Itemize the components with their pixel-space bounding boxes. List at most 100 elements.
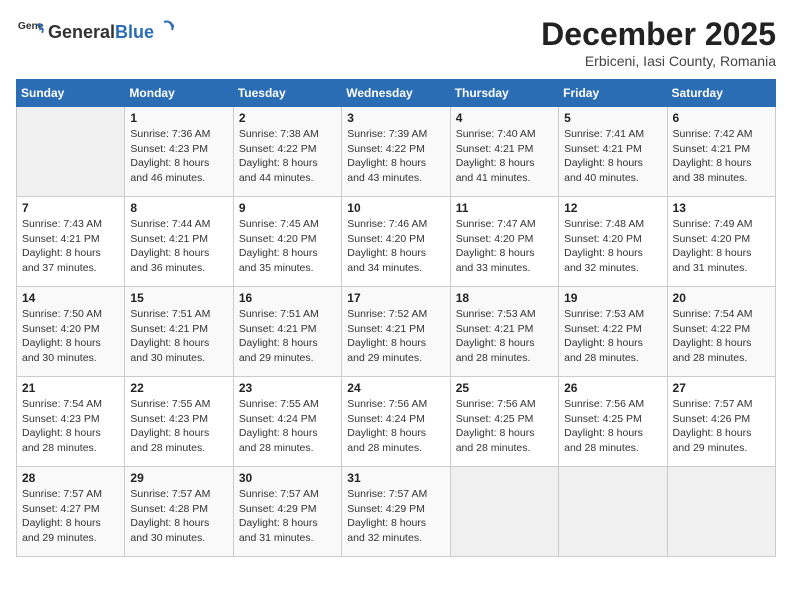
day-number: 31: [347, 471, 444, 485]
day-info: Sunrise: 7:57 AM Sunset: 4:28 PM Dayligh…: [130, 487, 227, 546]
calendar-cell: 1 Sunrise: 7:36 AM Sunset: 4:23 PM Daylig…: [125, 107, 233, 197]
page-header: General General Blue December 2025 Erbic…: [16, 16, 776, 69]
calendar-cell: 5 Sunrise: 7:41 AM Sunset: 4:21 PM Daylig…: [559, 107, 667, 197]
day-number: 5: [564, 111, 661, 125]
calendar-cell: 26 Sunrise: 7:56 AM Sunset: 4:25 PM Dayli…: [559, 377, 667, 467]
day-info: Sunrise: 7:46 AM Sunset: 4:20 PM Dayligh…: [347, 217, 444, 276]
weekday-header-thursday: Thursday: [450, 80, 558, 107]
day-info: Sunrise: 7:57 AM Sunset: 4:29 PM Dayligh…: [347, 487, 444, 546]
day-info: Sunrise: 7:55 AM Sunset: 4:23 PM Dayligh…: [130, 397, 227, 456]
calendar-cell: 27 Sunrise: 7:57 AM Sunset: 4:26 PM Dayli…: [667, 377, 775, 467]
day-number: 30: [239, 471, 336, 485]
calendar-cell: 8Sunrise: 7:44 AM Sunset: 4:21 PM Daylig…: [125, 197, 233, 287]
day-number: 10: [347, 201, 444, 215]
day-number: 29: [130, 471, 227, 485]
calendar-cell: 18 Sunrise: 7:53 AM Sunset: 4:21 PM Dayli…: [450, 287, 558, 377]
day-info: Sunrise: 7:50 AM Sunset: 4:20 PM Dayligh…: [22, 307, 119, 366]
subtitle: Erbiceni, Iasi County, Romania: [541, 53, 776, 69]
logo: General General Blue: [16, 16, 174, 44]
calendar-cell: 20Sunrise: 7:54 AM Sunset: 4:22 PM Dayli…: [667, 287, 775, 377]
day-number: 24: [347, 381, 444, 395]
day-info: Sunrise: 7:42 AM Sunset: 4:21 PM Dayligh…: [673, 127, 770, 186]
calendar-body: 1 Sunrise: 7:36 AM Sunset: 4:23 PM Daylig…: [17, 107, 776, 557]
day-number: 4: [456, 111, 553, 125]
day-info: Sunrise: 7:54 AM Sunset: 4:23 PM Dayligh…: [22, 397, 119, 456]
calendar-cell: 14 Sunrise: 7:50 AM Sunset: 4:20 PM Dayli…: [17, 287, 125, 377]
day-info: Sunrise: 7:40 AM Sunset: 4:21 PM Dayligh…: [456, 127, 553, 186]
day-number: 11: [456, 201, 553, 215]
day-info: Sunrise: 7:53 AM Sunset: 4:21 PM Dayligh…: [456, 307, 553, 366]
calendar-cell: 7Sunrise: 7:43 AM Sunset: 4:21 PM Daylig…: [17, 197, 125, 287]
calendar-week-2: 7Sunrise: 7:43 AM Sunset: 4:21 PM Daylig…: [17, 197, 776, 287]
calendar-cell: 24 Sunrise: 7:56 AM Sunset: 4:24 PM Dayli…: [342, 377, 450, 467]
calendar-cell: 16Sunrise: 7:51 AM Sunset: 4:21 PM Dayli…: [233, 287, 341, 377]
day-number: 22: [130, 381, 227, 395]
calendar-cell: [17, 107, 125, 197]
calendar-cell: 13 Sunrise: 7:49 AM Sunset: 4:20 PM Dayli…: [667, 197, 775, 287]
calendar-cell: 9Sunrise: 7:45 AM Sunset: 4:20 PM Daylig…: [233, 197, 341, 287]
weekday-header-saturday: Saturday: [667, 80, 775, 107]
calendar-week-4: 21 Sunrise: 7:54 AM Sunset: 4:23 PM Dayli…: [17, 377, 776, 467]
day-number: 20: [673, 291, 770, 305]
day-info: Sunrise: 7:53 AM Sunset: 4:22 PM Dayligh…: [564, 307, 661, 366]
day-number: 2: [239, 111, 336, 125]
day-info: Sunrise: 7:51 AM Sunset: 4:21 PM Dayligh…: [239, 307, 336, 366]
calendar-cell: 15 Sunrise: 7:51 AM Sunset: 4:21 PM Dayli…: [125, 287, 233, 377]
day-info: Sunrise: 7:56 AM Sunset: 4:25 PM Dayligh…: [456, 397, 553, 456]
day-info: Sunrise: 7:41 AM Sunset: 4:21 PM Dayligh…: [564, 127, 661, 186]
day-number: 14: [22, 291, 119, 305]
day-info: Sunrise: 7:56 AM Sunset: 4:24 PM Dayligh…: [347, 397, 444, 456]
calendar-cell: 23 Sunrise: 7:55 AM Sunset: 4:24 PM Dayli…: [233, 377, 341, 467]
calendar-cell: [450, 467, 558, 557]
day-info: Sunrise: 7:36 AM Sunset: 4:23 PM Dayligh…: [130, 127, 227, 186]
main-title: December 2025: [541, 16, 776, 53]
day-info: Sunrise: 7:57 AM Sunset: 4:26 PM Dayligh…: [673, 397, 770, 456]
calendar-cell: 22 Sunrise: 7:55 AM Sunset: 4:23 PM Dayli…: [125, 377, 233, 467]
weekday-header-friday: Friday: [559, 80, 667, 107]
day-info: Sunrise: 7:39 AM Sunset: 4:22 PM Dayligh…: [347, 127, 444, 186]
calendar-cell: 30Sunrise: 7:57 AM Sunset: 4:29 PM Dayli…: [233, 467, 341, 557]
calendar-cell: 31 Sunrise: 7:57 AM Sunset: 4:29 PM Dayli…: [342, 467, 450, 557]
day-number: 21: [22, 381, 119, 395]
calendar-table: SundayMondayTuesdayWednesdayThursdayFrid…: [16, 79, 776, 557]
day-number: 18: [456, 291, 553, 305]
calendar-cell: 25Sunrise: 7:56 AM Sunset: 4:25 PM Dayli…: [450, 377, 558, 467]
day-info: Sunrise: 7:55 AM Sunset: 4:24 PM Dayligh…: [239, 397, 336, 456]
day-number: 28: [22, 471, 119, 485]
day-number: 17: [347, 291, 444, 305]
day-info: Sunrise: 7:56 AM Sunset: 4:25 PM Dayligh…: [564, 397, 661, 456]
day-number: 3: [347, 111, 444, 125]
day-info: Sunrise: 7:45 AM Sunset: 4:20 PM Dayligh…: [239, 217, 336, 276]
weekday-header-tuesday: Tuesday: [233, 80, 341, 107]
day-number: 6: [673, 111, 770, 125]
weekday-header-wednesday: Wednesday: [342, 80, 450, 107]
day-number: 27: [673, 381, 770, 395]
day-info: Sunrise: 7:38 AM Sunset: 4:22 PM Dayligh…: [239, 127, 336, 186]
calendar-week-1: 1 Sunrise: 7:36 AM Sunset: 4:23 PM Daylig…: [17, 107, 776, 197]
calendar-week-5: 28Sunrise: 7:57 AM Sunset: 4:27 PM Dayli…: [17, 467, 776, 557]
day-number: 13: [673, 201, 770, 215]
calendar-cell: 19 Sunrise: 7:53 AM Sunset: 4:22 PM Dayli…: [559, 287, 667, 377]
day-info: Sunrise: 7:48 AM Sunset: 4:20 PM Dayligh…: [564, 217, 661, 276]
logo-bird-icon: [154, 18, 174, 38]
weekday-header-sunday: Sunday: [17, 80, 125, 107]
calendar-cell: 4 Sunrise: 7:40 AM Sunset: 4:21 PM Daylig…: [450, 107, 558, 197]
calendar-cell: [559, 467, 667, 557]
day-number: 7: [22, 201, 119, 215]
logo-blue: Blue: [115, 22, 154, 43]
calendar-cell: 29 Sunrise: 7:57 AM Sunset: 4:28 PM Dayli…: [125, 467, 233, 557]
calendar-header: SundayMondayTuesdayWednesdayThursdayFrid…: [17, 80, 776, 107]
day-number: 19: [564, 291, 661, 305]
calendar-cell: 12Sunrise: 7:48 AM Sunset: 4:20 PM Dayli…: [559, 197, 667, 287]
day-info: Sunrise: 7:44 AM Sunset: 4:21 PM Dayligh…: [130, 217, 227, 276]
day-number: 23: [239, 381, 336, 395]
day-info: Sunrise: 7:49 AM Sunset: 4:20 PM Dayligh…: [673, 217, 770, 276]
calendar-cell: 3 Sunrise: 7:39 AM Sunset: 4:22 PM Daylig…: [342, 107, 450, 197]
day-number: 1: [130, 111, 227, 125]
day-number: 15: [130, 291, 227, 305]
day-number: 26: [564, 381, 661, 395]
day-info: Sunrise: 7:52 AM Sunset: 4:21 PM Dayligh…: [347, 307, 444, 366]
weekday-row: SundayMondayTuesdayWednesdayThursdayFrid…: [17, 80, 776, 107]
logo-icon: General: [16, 16, 44, 44]
day-info: Sunrise: 7:51 AM Sunset: 4:21 PM Dayligh…: [130, 307, 227, 366]
